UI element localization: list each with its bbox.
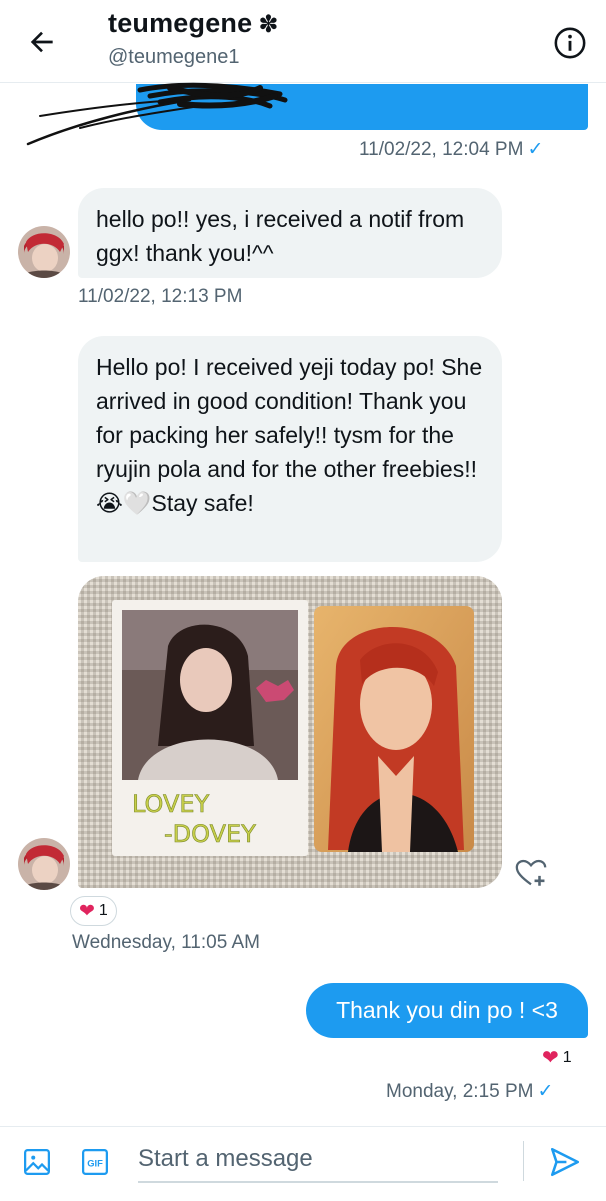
redaction-scribble [26,82,288,146]
gif-icon[interactable]: GIF [80,1147,110,1177]
received-timestamp: Wednesday, 11:05 AM [72,932,261,953]
read-check-icon: ✓ [537,1081,554,1102]
polaroid-text-1: LOVEY [132,790,210,818]
back-arrow-icon[interactable] [26,26,58,58]
display-name: teumegene [108,8,253,38]
avatar[interactable] [18,838,70,890]
avatar[interactable] [18,226,70,278]
message-composer: GIF [0,1126,606,1201]
user-handle: @teumegene1 [108,46,240,68]
composer-divider [523,1141,524,1181]
heart-icon: ❤ [79,900,95,922]
message-input[interactable] [138,1137,498,1183]
sent-message-bubble[interactable]: Thank you din po ! <3 [306,983,588,1038]
polaroid-text-2: -DOVEY [164,820,256,848]
photo-attachment[interactable]: LOVEY -DOVEY [78,576,502,888]
sent-timestamp: Monday, 2:15 PM ✓ [386,1081,554,1102]
svg-text:GIF: GIF [87,1158,103,1168]
conversation-title[interactable]: teumegene ✽ [108,8,279,39]
sent-timestamp: 11/02/22, 12:04 PM ✓ [359,139,544,160]
received-timestamp: 11/02/22, 12:13 PM [78,286,243,307]
add-reaction-heart-icon[interactable] [514,856,548,890]
reaction-count: 1 [98,902,108,919]
received-message-bubble[interactable]: Hello po! I received yeji today po! She … [78,336,502,562]
received-message-bubble[interactable]: hello po!! yes, i received a notif from … [78,188,502,278]
read-check-icon: ✓ [527,139,544,160]
media-image-icon[interactable] [22,1147,52,1177]
send-icon[interactable] [548,1145,582,1179]
reaction-count: 1 [562,1048,572,1066]
conversation-header: teumegene ✽ @teumegene1 [0,0,606,83]
heart-icon: ❤ [542,1047,559,1069]
reaction-pill[interactable]: ❤ 1 [70,896,117,926]
reaction-indicator[interactable]: ❤ 1 [542,1045,572,1070]
clover-emoji-icon: ✽ [258,11,279,38]
info-icon[interactable] [553,26,587,60]
